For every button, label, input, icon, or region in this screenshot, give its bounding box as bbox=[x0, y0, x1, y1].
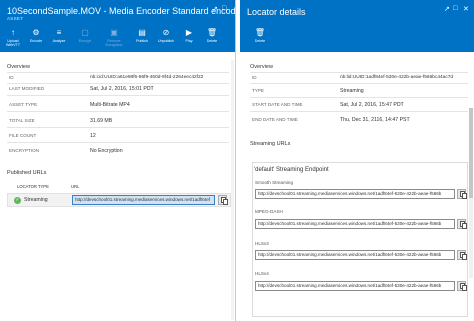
copy-icon[interactable] bbox=[457, 219, 467, 229]
field-label: LAST MODIFIED bbox=[9, 86, 45, 91]
url-label-dash: MPEG-DASH bbox=[255, 209, 283, 214]
field-label: ENCRYPTION bbox=[9, 148, 40, 153]
locator-type-cell: Streaming bbox=[24, 197, 48, 203]
delete-icon: 🗑︎ bbox=[254, 28, 266, 37]
asset-blade-header: 10SecondSample.MOV - Media Encoder Stand… bbox=[0, 0, 235, 52]
smooth-streaming-url-field[interactable]: http://devschool01.streaming.mediaservic… bbox=[255, 189, 455, 199]
close-icon[interactable]: ✕ bbox=[463, 5, 469, 13]
divider bbox=[7, 83, 229, 84]
hlsv3-url-field[interactable]: http://devschool01.streaming.mediaservic… bbox=[255, 250, 455, 260]
delete-asset-button[interactable]: 🗑︎ Delete bbox=[200, 23, 224, 43]
unpublish-icon: ⊘ bbox=[162, 28, 170, 37]
divider bbox=[250, 83, 468, 84]
hlsv4-url-field[interactable]: http://devschool01.streaming.mediaservic… bbox=[255, 281, 455, 291]
field-label: ID bbox=[9, 75, 14, 80]
mpeg-dash-url-field[interactable]: http://devschool01.streaming.mediaservic… bbox=[255, 219, 455, 229]
publish-icon: ▤ bbox=[138, 28, 146, 37]
divider bbox=[7, 95, 229, 96]
locator-type-value: Streaming bbox=[340, 88, 364, 94]
check-icon: ✓ bbox=[14, 197, 21, 204]
delete-locator-button[interactable]: 🗑︎ Delete bbox=[248, 23, 272, 43]
encrypt-icon: ▢ bbox=[81, 28, 89, 37]
copy-icon[interactable] bbox=[457, 189, 467, 199]
field-label: ASSET TYPE bbox=[9, 102, 38, 107]
divider bbox=[7, 127, 229, 128]
divider bbox=[7, 111, 229, 112]
locator-toolbar: 🗑︎ Delete bbox=[240, 23, 474, 52]
copy-icon[interactable] bbox=[218, 195, 228, 205]
scrollbar-thumb[interactable] bbox=[469, 108, 473, 198]
scrollbar[interactable] bbox=[231, 60, 234, 320]
url-label-hlsv3: HLSv3 bbox=[255, 241, 269, 246]
maximize-icon[interactable]: □ bbox=[222, 5, 226, 12]
publish-button[interactable]: ▤ Publish bbox=[130, 23, 154, 43]
table-row[interactable]: ✓ Streaming http://devschool01.streaming… bbox=[7, 193, 231, 207]
asset-title: 10SecondSample.MOV - Media Encoder Stand… bbox=[7, 6, 236, 16]
locator-id-value: nb:lid:UUID:1adf84ef-530e-422b-aeae-f566… bbox=[340, 75, 454, 80]
remove-encryption-icon: ▣ bbox=[110, 28, 118, 37]
locator-title: Locator details bbox=[247, 7, 306, 17]
last-modified-value: Sat, Jul 2, 2016, 15:01 PDT bbox=[90, 86, 154, 92]
encryption-value: No Encryption bbox=[90, 148, 123, 154]
endpoint-title: 'default' Streaming Endpoint bbox=[254, 167, 329, 173]
asset-type-value: Multi-Bitrate MP4 bbox=[90, 102, 130, 108]
copy-icon[interactable] bbox=[457, 250, 467, 260]
scrollbar[interactable] bbox=[469, 108, 473, 278]
pin-icon[interactable]: ↗ bbox=[444, 5, 450, 13]
published-urls-heading: Published URLs bbox=[7, 170, 47, 176]
copy-icon[interactable] bbox=[457, 281, 467, 291]
analyze-icon: ≡ bbox=[56, 28, 62, 37]
locator-overview-heading: Overview bbox=[250, 64, 273, 70]
asset-toolbar: ↑ Upload WebVTT ⚙ Encode ≡ Analyze ▢ Enc… bbox=[0, 23, 235, 52]
overview-heading: Overview bbox=[7, 64, 30, 70]
field-label: FILE COUNT bbox=[9, 133, 37, 138]
column-header-locator-type: LOCATOR TYPE bbox=[17, 184, 49, 189]
field-label: TYPE bbox=[252, 88, 264, 93]
encode-button[interactable]: ⚙ Encode bbox=[24, 23, 48, 43]
asset-blade: 10SecondSample.MOV - Media Encoder Stand… bbox=[0, 0, 236, 321]
field-label: END DATE AND TIME bbox=[252, 117, 298, 122]
url-label-hlsv4: HLSv4 bbox=[255, 271, 269, 276]
start-date-value: Sat, Jul 2, 2016, 15:47 PDT bbox=[340, 102, 404, 108]
remove-encryption-button[interactable]: ▣ Remove Encryption bbox=[99, 23, 129, 47]
divider bbox=[250, 97, 468, 98]
asset-id-value: nb:cid:UUID:a61e98f6-86f9-460d-9f4d-2264… bbox=[90, 75, 204, 80]
total-size-value: 31.69 MB bbox=[90, 118, 113, 124]
streaming-urls-heading: Streaming URLs bbox=[250, 141, 291, 147]
divider bbox=[250, 72, 468, 73]
locator-blade-header: Locator details ↗ □ ✕ 🗑︎ Delete bbox=[240, 0, 474, 52]
end-date-value: Thu, Dec 31, 2116, 14:47 PST bbox=[340, 117, 410, 123]
encrypt-button[interactable]: ▢ Encrypt bbox=[73, 23, 97, 43]
encode-icon: ⚙ bbox=[32, 28, 40, 37]
field-label: START DATE AND TIME bbox=[252, 102, 303, 107]
upload-webvtt-button[interactable]: ↑ Upload WebVTT bbox=[1, 23, 25, 47]
field-label: TOTAL SIZE bbox=[9, 118, 35, 123]
divider bbox=[250, 111, 468, 112]
asset-subtitle: ASSET bbox=[7, 16, 24, 21]
field-label: ID bbox=[252, 75, 257, 80]
published-url-field[interactable]: http://devschool01.streaming.mediaservic… bbox=[72, 195, 215, 205]
maximize-icon[interactable]: □ bbox=[453, 5, 457, 12]
streaming-endpoint-panel bbox=[252, 162, 468, 317]
delete-icon: 🗑︎ bbox=[206, 28, 218, 37]
url-label-smooth: Smooth Streaming bbox=[255, 180, 294, 185]
divider bbox=[7, 72, 229, 73]
analyze-button[interactable]: ≡ Analyze bbox=[47, 23, 71, 43]
unpublish-button[interactable]: ⊘ Unpublish bbox=[154, 23, 178, 43]
divider bbox=[7, 142, 229, 143]
play-button[interactable]: ▶ Play bbox=[177, 23, 201, 43]
play-icon: ▶ bbox=[185, 28, 193, 37]
pin-icon[interactable]: ↗ bbox=[212, 5, 218, 13]
upload-icon: ↑ bbox=[11, 28, 15, 37]
column-header-url: URL bbox=[71, 184, 80, 189]
file-count-value: 12 bbox=[90, 133, 96, 139]
